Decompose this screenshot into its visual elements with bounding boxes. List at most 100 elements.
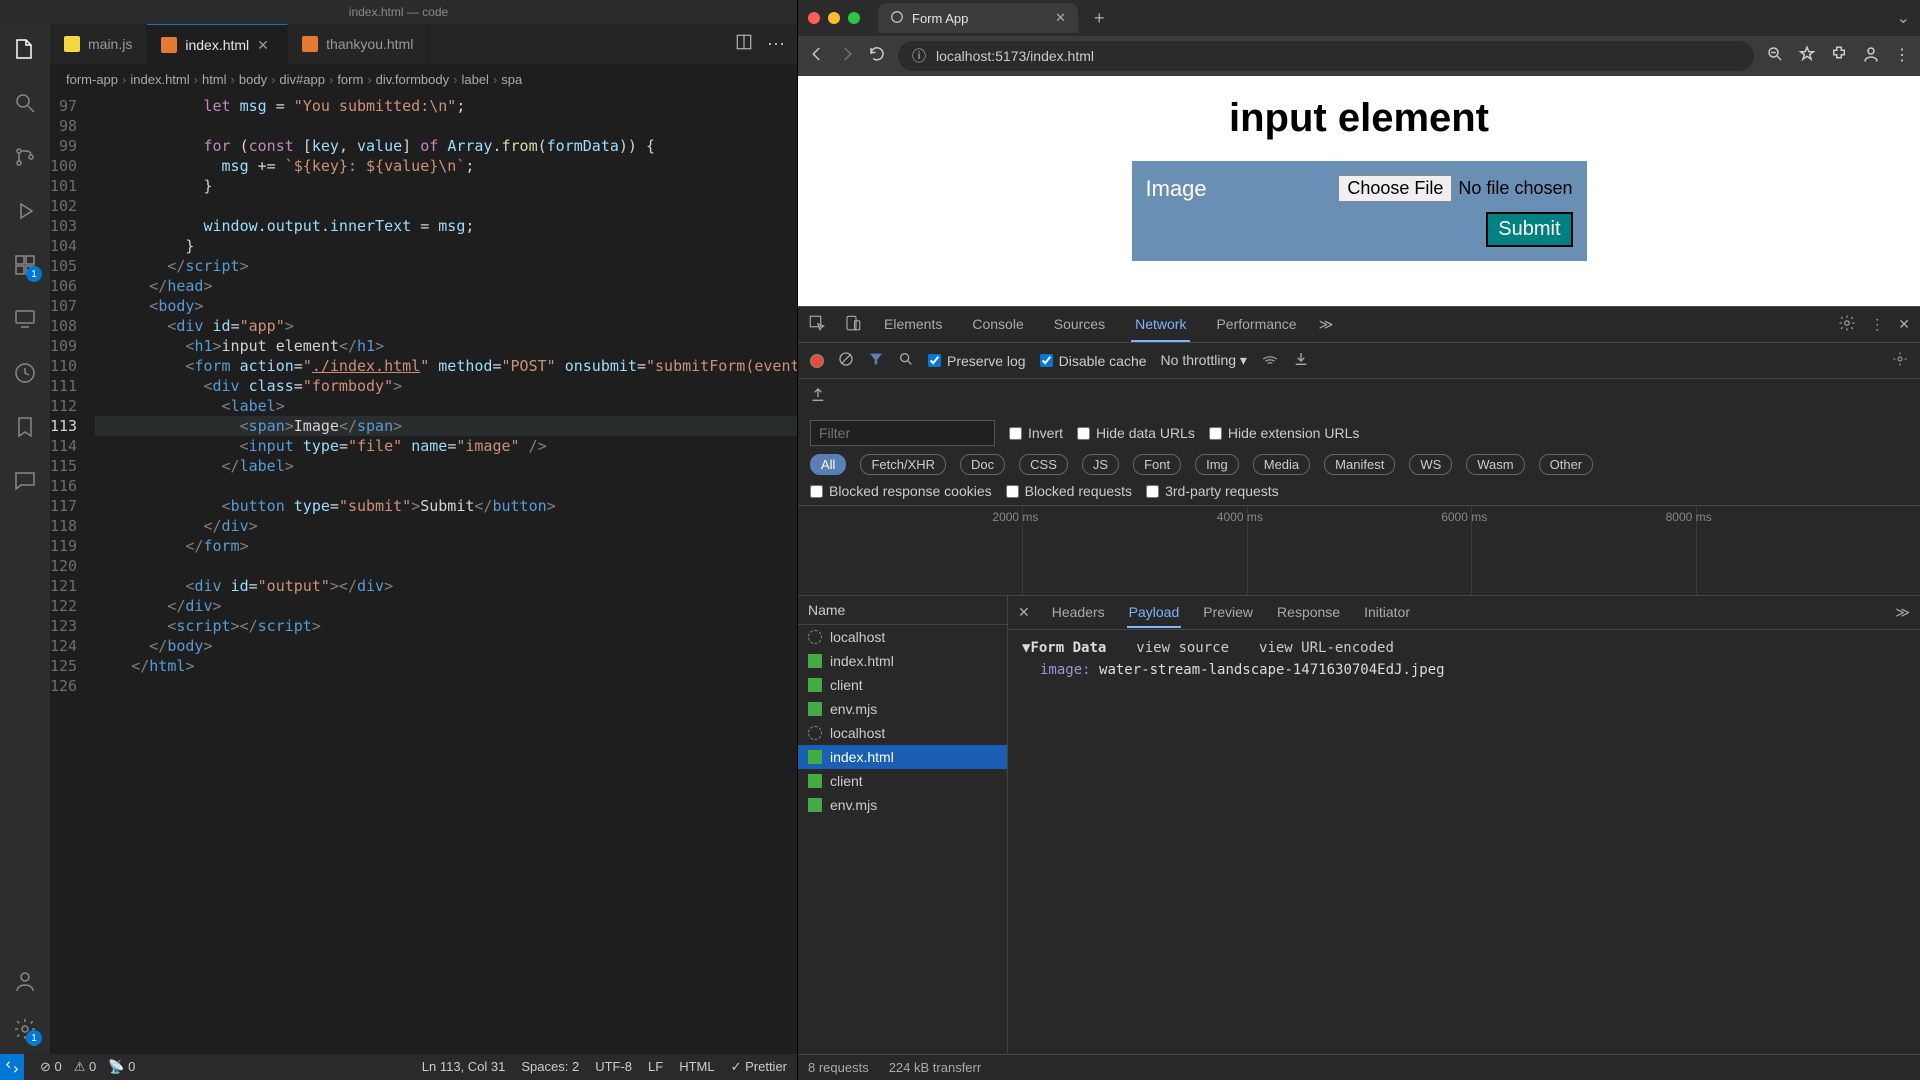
- request-row[interactable]: localhost: [798, 625, 1007, 649]
- status-spaces[interactable]: Spaces: 2: [521, 1059, 579, 1075]
- breadcrumb-item[interactable]: index.html: [130, 72, 189, 87]
- breadcrumb-item[interactable]: body: [239, 72, 267, 87]
- split-editor-icon[interactable]: [735, 33, 753, 56]
- filter-type-doc[interactable]: Doc: [960, 454, 1005, 475]
- filter-type-fetchxhr[interactable]: Fetch/XHR: [860, 454, 946, 475]
- code-editor[interactable]: 9798991001011021031041051061071081091101…: [50, 94, 797, 1054]
- minimize-window-icon[interactable]: [828, 12, 840, 24]
- choose-file-button[interactable]: Choose File: [1338, 175, 1452, 202]
- breadcrumb-item[interactable]: div#app: [279, 72, 325, 87]
- window-controls[interactable]: [808, 12, 860, 24]
- chevron-down-icon[interactable]: ⌄: [1897, 8, 1910, 28]
- settings-icon[interactable]: 1: [12, 1016, 38, 1042]
- source-control-icon[interactable]: [12, 144, 38, 170]
- filter-type-wasm[interactable]: Wasm: [1466, 454, 1524, 475]
- search-icon[interactable]: [898, 351, 914, 370]
- throttling-select[interactable]: No throttling ▾: [1161, 352, 1247, 369]
- debug-icon[interactable]: [12, 198, 38, 224]
- detail-tab-initiator[interactable]: Initiator: [1362, 598, 1412, 628]
- import-icon[interactable]: [1293, 351, 1309, 370]
- filter-icon[interactable]: [868, 351, 884, 370]
- back-button[interactable]: [808, 45, 826, 68]
- invert-checkbox[interactable]: Invert: [1009, 425, 1063, 441]
- star-icon[interactable]: [1798, 45, 1816, 68]
- blocked-requests-checkbox[interactable]: Blocked requests: [1006, 483, 1132, 499]
- blocked-cookies-checkbox[interactable]: Blocked response cookies: [810, 483, 992, 499]
- menu-icon[interactable]: ⋮: [1894, 45, 1910, 68]
- editor-tab-main-js[interactable]: main.js: [50, 24, 147, 64]
- zoom-icon[interactable]: [1766, 45, 1784, 68]
- device-mode-icon[interactable]: [844, 314, 862, 335]
- preserve-log-checkbox[interactable]: Preserve log: [928, 353, 1026, 369]
- filter-type-other[interactable]: Other: [1539, 454, 1594, 475]
- devtools-close-icon[interactable]: ✕: [1898, 316, 1910, 333]
- filter-type-all[interactable]: All: [810, 454, 846, 475]
- status-encoding[interactable]: UTF-8: [595, 1059, 632, 1075]
- request-row[interactable]: index.html: [798, 649, 1007, 673]
- remote-indicator[interactable]: [0, 1054, 24, 1080]
- forward-button[interactable]: [838, 45, 856, 68]
- close-window-icon[interactable]: [808, 12, 820, 24]
- detail-tab-preview[interactable]: Preview: [1201, 598, 1255, 628]
- close-tab-icon[interactable]: ✕: [257, 37, 273, 53]
- request-row[interactable]: index.html: [798, 745, 1007, 769]
- filter-type-js[interactable]: JS: [1082, 454, 1119, 475]
- address-bar[interactable]: ⓘ localhost:5173/index.html: [898, 41, 1754, 71]
- status-warnings[interactable]: ⚠ 0: [74, 1059, 97, 1075]
- filter-type-media[interactable]: Media: [1253, 454, 1310, 475]
- editor-tab-index-html[interactable]: index.html✕: [147, 24, 288, 64]
- more-icon[interactable]: ⋯: [767, 34, 785, 55]
- bookmark-icon[interactable]: [12, 414, 38, 440]
- timeline[interactable]: 2000 ms4000 ms6000 ms8000 ms: [798, 506, 1920, 596]
- name-column-header[interactable]: Name: [798, 596, 1007, 625]
- comment-icon[interactable]: [12, 468, 38, 494]
- devtools-tab-elements[interactable]: Elements: [880, 308, 946, 342]
- devtools-tab-performance[interactable]: Performance: [1212, 308, 1300, 342]
- view-source-link[interactable]: view source: [1136, 640, 1229, 656]
- devtools-tab-sources[interactable]: Sources: [1050, 308, 1109, 342]
- request-row[interactable]: client: [798, 769, 1007, 793]
- more-tabs-icon[interactable]: ≫: [1319, 316, 1334, 333]
- extensions-button-icon[interactable]: [1830, 45, 1848, 68]
- view-url-encoded-link[interactable]: view URL-encoded: [1259, 640, 1394, 656]
- filter-type-img[interactable]: Img: [1195, 454, 1239, 475]
- more-detail-tabs-icon[interactable]: ≫: [1895, 604, 1910, 621]
- extensions-icon[interactable]: 1: [12, 252, 38, 278]
- filter-type-css[interactable]: CSS: [1019, 454, 1068, 475]
- breadcrumbs[interactable]: form-app›index.html›html›body›div#app›fo…: [50, 64, 797, 94]
- filter-type-manifest[interactable]: Manifest: [1324, 454, 1395, 475]
- export-icon[interactable]: [810, 387, 826, 406]
- reload-button[interactable]: [868, 45, 886, 68]
- network-conditions-icon[interactable]: [1261, 350, 1279, 371]
- settings-gear-icon[interactable]: [1892, 351, 1908, 370]
- record-button[interactable]: [810, 354, 824, 368]
- close-detail-icon[interactable]: ✕: [1018, 604, 1030, 621]
- detail-tab-headers[interactable]: Headers: [1050, 598, 1107, 628]
- breadcrumb-item[interactable]: spa: [501, 72, 522, 87]
- third-party-checkbox[interactable]: 3rd-party requests: [1146, 483, 1279, 499]
- new-tab-button[interactable]: +: [1094, 8, 1105, 29]
- request-row[interactable]: env.mjs: [798, 793, 1007, 817]
- files-icon[interactable]: [12, 36, 38, 62]
- status-prettier[interactable]: ✓ Prettier: [731, 1059, 787, 1075]
- close-tab-icon[interactable]: ✕: [1055, 10, 1066, 26]
- maximize-window-icon[interactable]: [848, 12, 860, 24]
- filter-input[interactable]: [810, 420, 995, 446]
- status-cursor[interactable]: Ln 113, Col 31: [422, 1059, 506, 1075]
- account-icon[interactable]: [12, 968, 38, 994]
- disable-cache-checkbox[interactable]: Disable cache: [1040, 353, 1147, 369]
- search-icon[interactable]: [12, 90, 38, 116]
- breadcrumb-item[interactable]: html: [202, 72, 227, 87]
- breadcrumb-item[interactable]: div.formbody: [376, 72, 449, 87]
- devtools-tab-console[interactable]: Console: [968, 308, 1027, 342]
- request-row[interactable]: localhost: [798, 721, 1007, 745]
- breadcrumb-item[interactable]: form-app: [66, 72, 118, 87]
- devtools-tab-network[interactable]: Network: [1131, 308, 1190, 342]
- filter-type-ws[interactable]: WS: [1409, 454, 1452, 475]
- form-data-heading[interactable]: ▼Form Data: [1022, 640, 1106, 656]
- info-icon[interactable]: ⓘ: [912, 46, 926, 66]
- detail-tab-payload[interactable]: Payload: [1127, 598, 1182, 628]
- status-ports[interactable]: 📡 0: [108, 1059, 135, 1075]
- devtools-menu-icon[interactable]: ⋮: [1870, 316, 1884, 333]
- browser-tab[interactable]: Form App ✕: [878, 3, 1078, 33]
